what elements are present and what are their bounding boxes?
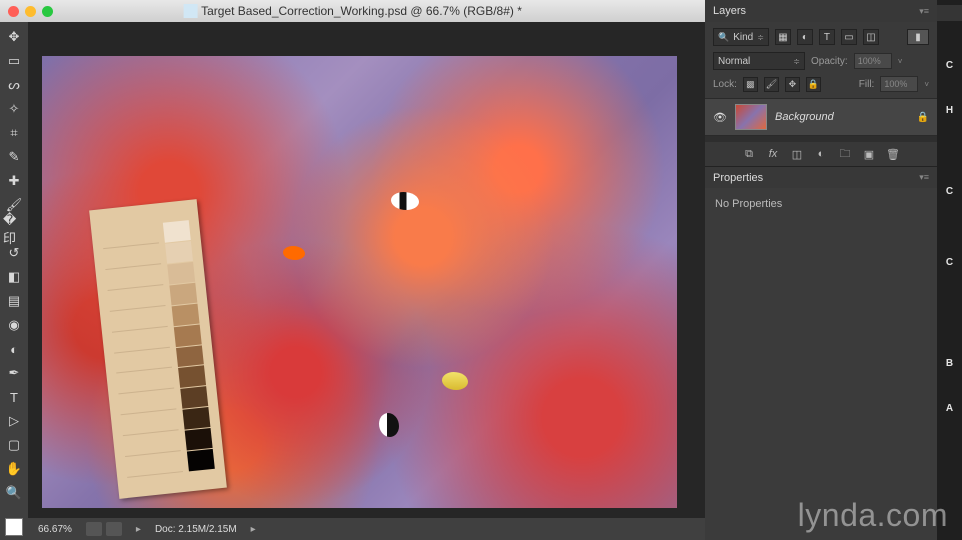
collapsed-tab-label[interactable]: C [937,257,962,268]
document-canvas[interactable] [42,56,677,508]
chevron-down-icon: ≑ [793,57,800,66]
filter-type-icon[interactable]: T [819,29,835,45]
layers-panel-footer: ⧉ fx ◫ ◐ 🗀 ▣ 🗑 [705,142,937,166]
opacity-field[interactable]: 100% [854,53,892,69]
filter-toggle-switch[interactable]: ▮ [907,29,929,45]
status-chevron-icon[interactable]: ▸ [251,524,256,535]
layer-list: 👁 Background 🔒 [705,98,937,136]
group-icon[interactable]: 🗀 [837,146,853,162]
gradient-tool[interactable]: ▤ [3,290,25,312]
fill-label: Fill: [859,79,875,90]
doc-size-readout: Doc: 2.15M/2.15M [155,524,237,535]
eraser-tool[interactable]: ◧ [3,266,25,288]
status-icon[interactable] [106,522,122,536]
fill-field[interactable]: 100% [880,76,918,92]
lock-transparency-icon[interactable]: ▩ [743,77,758,92]
zoom-window-button[interactable] [42,6,53,17]
titlebar: Target Based_Correction_Working.psd @ 66… [0,0,705,22]
lock-icon: 🔒 [917,112,929,123]
spot-heal-tool[interactable]: ✚ [3,170,25,192]
dodge-tool[interactable]: ◐ [3,338,25,360]
collapsed-panel-strip: C H C C B A [937,0,962,540]
collapsed-tab-label[interactable]: A [937,403,962,414]
close-window-button[interactable] [8,6,19,17]
fish-graphic [391,192,419,210]
status-bar: 66.67% ▸ Doc: 2.15M/2.15M ▸ [28,518,705,540]
layer-filter-kind-select[interactable]: 🔍 Kind ≑ [713,28,769,46]
watermark: lynda.com [798,497,948,534]
image-content [42,56,677,508]
magic-wand-tool[interactable]: ✧ [3,98,25,120]
history-brush-tool[interactable]: ↺ [3,242,25,264]
clone-stamp-tool[interactable]: �印 [3,218,25,240]
fish-graphic [283,246,305,260]
fish-graphic [442,372,468,390]
lock-all-icon[interactable]: 🔒 [806,77,821,92]
status-icon[interactable] [86,522,102,536]
document-title-text: Target Based_Correction_Working.psd @ 66… [201,4,522,18]
layer-name-label[interactable]: Background [775,111,909,123]
filter-smart-icon[interactable]: ◫ [863,29,879,45]
layer-row[interactable]: 👁 Background 🔒 [705,98,937,136]
panel-menu-icon[interactable]: ▾≡ [919,6,929,17]
lasso-tool[interactable]: ᔕ [3,74,25,96]
adjustment-layer-icon[interactable]: ◐ [813,146,829,162]
filter-pixel-icon[interactable]: ▦ [775,29,791,45]
delete-layer-icon[interactable]: 🗑 [885,146,901,162]
right-panels: Layers ▾≡ 🔍 Kind ≑ ▦ ◐ T ▭ ◫ ▮ Normal ≑ … [705,0,937,540]
minimize-window-button[interactable] [25,6,36,17]
path-select-tool[interactable]: ▷ [3,410,25,432]
layers-panel-header: Layers ▾≡ [705,0,937,22]
properties-tab[interactable]: Properties [713,172,763,184]
hand-tool[interactable]: ✋ [3,458,25,480]
collapsed-panel-tab[interactable] [937,5,962,21]
chevron-down-icon[interactable]: ˅ [924,80,929,89]
layer-thumbnail[interactable] [735,104,767,130]
filter-adjustment-icon[interactable]: ◐ [797,29,813,45]
chevron-down-icon: ≑ [757,33,764,42]
shape-tool[interactable]: ▢ [3,434,25,456]
blur-tool[interactable]: ◉ [3,314,25,336]
filter-shape-icon[interactable]: ▭ [841,29,857,45]
marquee-tool[interactable]: ▭ [3,50,25,72]
collapsed-tab-label[interactable]: C [937,186,962,197]
layers-tab[interactable]: Layers [713,5,746,17]
blend-mode-select[interactable]: Normal ≑ [713,52,805,70]
new-layer-icon[interactable]: ▣ [861,146,877,162]
pen-tool[interactable]: ✒ [3,362,25,384]
layer-style-icon[interactable]: fx [765,146,781,162]
collapsed-tab-label[interactable]: C [937,60,962,71]
zoom-tool[interactable]: 🔍 [3,482,25,504]
zoom-level[interactable]: 66.67% [38,524,72,535]
status-chevron-icon[interactable]: ▸ [136,524,141,535]
move-tool[interactable]: ✥ [3,26,25,48]
psd-file-icon [183,4,197,18]
visibility-toggle-icon[interactable]: 👁 [713,111,727,124]
properties-panel-header: Properties ▾≡ [705,166,937,188]
lock-pixels-icon[interactable]: 🖌 [764,77,779,92]
foreground-color-swatch[interactable] [5,518,23,536]
fish-graphic [379,413,399,437]
collapsed-tab-label[interactable]: B [937,358,962,369]
layer-mask-icon[interactable]: ◫ [789,146,805,162]
type-tool[interactable]: T [3,386,25,408]
chevron-down-icon[interactable]: ˅ [898,57,903,66]
collapsed-tab-label[interactable]: H [937,105,962,116]
document-title: Target Based_Correction_Working.psd @ 66… [183,4,522,18]
eyedropper-tool[interactable]: ✎ [3,146,25,168]
tools-panel: ✥ ▭ ᔕ ✧ ⌗ ✎ ✚ 🖌 �印 ↺ ◧ ▤ ◉ ◐ ✒ T ▷ ▢ ✋ 🔍 [0,22,28,540]
lock-label: Lock: [713,79,737,90]
link-layers-icon[interactable]: ⧉ [741,146,757,162]
color-calibration-card [89,199,227,499]
properties-body: No Properties [705,188,937,220]
panel-menu-icon[interactable]: ▾≡ [919,172,929,183]
lock-position-icon[interactable]: ✥ [785,77,800,92]
crop-tool[interactable]: ⌗ [3,122,25,144]
opacity-label: Opacity: [811,56,848,67]
